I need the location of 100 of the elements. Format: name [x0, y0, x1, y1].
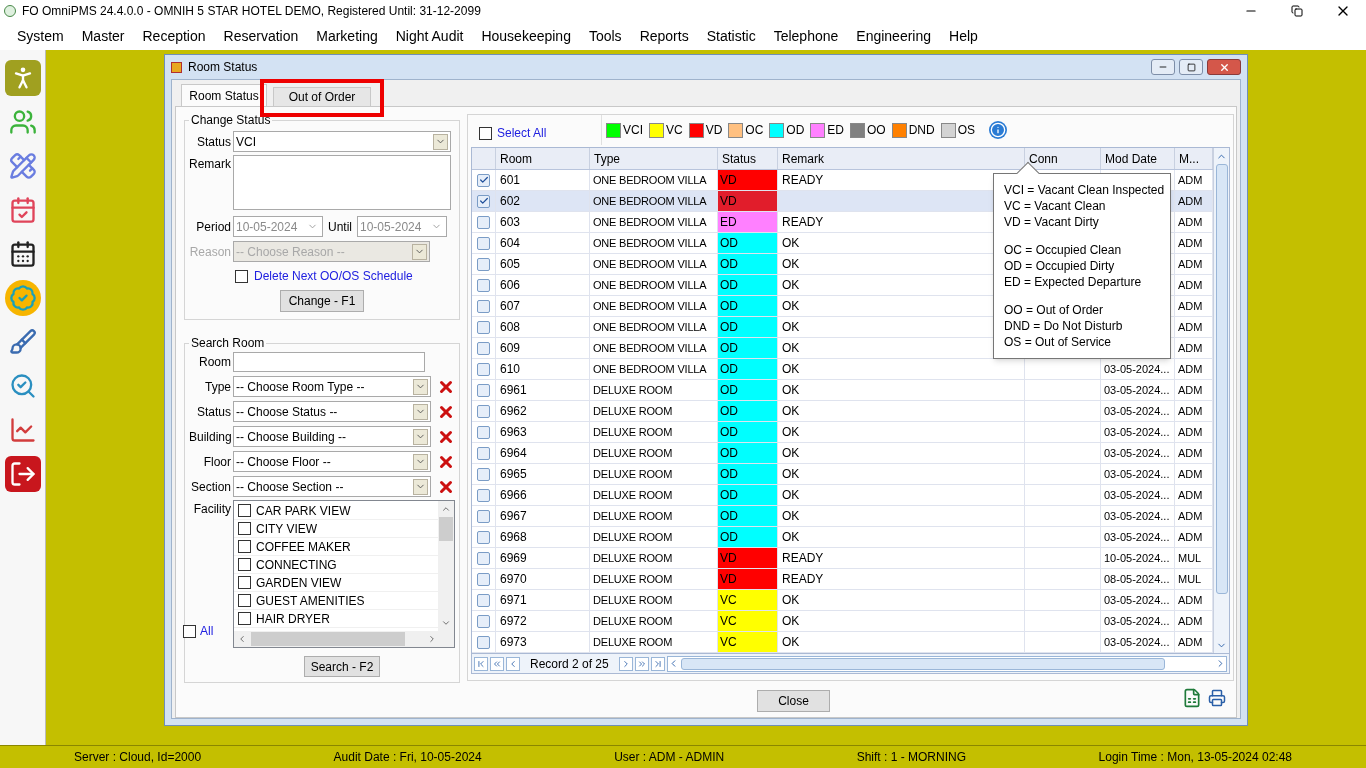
row-checkbox[interactable]	[477, 635, 490, 649]
checkbox[interactable]	[235, 269, 248, 283]
restore-icon[interactable]	[1291, 5, 1303, 17]
filter-dropdown[interactable]: -- Choose Room Type --	[233, 376, 431, 397]
minimize-button[interactable]	[1151, 59, 1175, 75]
dropdown-icon[interactable]	[413, 378, 428, 395]
row-checkbox[interactable]	[477, 446, 490, 460]
row-checkbox[interactable]	[477, 341, 490, 355]
status-dropdown[interactable]: VCI	[233, 131, 451, 152]
scroll-up-icon[interactable]	[441, 504, 451, 514]
scrollbar[interactable]	[1213, 148, 1229, 653]
table-row[interactable]: 6965 DELUXE ROOM OD OK 03-05-2024... ADM	[472, 464, 1213, 485]
menu-item[interactable]: Tools	[579, 25, 631, 47]
room-field[interactable]	[233, 352, 425, 372]
row-checkbox[interactable]	[477, 299, 490, 313]
remark-field[interactable]	[233, 155, 451, 210]
checkbox[interactable]	[238, 576, 251, 589]
scroll-thumb[interactable]	[1215, 164, 1228, 594]
row-checkbox[interactable]	[477, 215, 490, 229]
info-icon[interactable]	[989, 121, 1008, 139]
next-button[interactable]	[618, 656, 633, 671]
row-checkbox[interactable]	[477, 530, 490, 544]
facility-label[interactable]: GUEST AMENITIES	[256, 591, 365, 610]
table-row[interactable]: 6972 DELUXE ROOM VC OK 03-05-2024... ADM	[472, 611, 1213, 632]
scroll-down-icon[interactable]	[441, 618, 451, 628]
checkbox[interactable]	[238, 612, 251, 625]
filter-dropdown[interactable]: -- Choose Section --	[233, 476, 431, 497]
close-button[interactable]	[1207, 59, 1241, 75]
menu-item[interactable]: Reception	[133, 25, 215, 47]
menu-item[interactable]: Reservation	[214, 25, 308, 47]
row-checkbox[interactable]	[477, 572, 490, 586]
row-checkbox[interactable]	[477, 236, 490, 250]
table-row[interactable]: 6969 DELUXE ROOM VD READY 10-05-2024... MUL	[472, 548, 1213, 569]
row-checkbox[interactable]	[477, 593, 490, 607]
table-row[interactable]: 6964 DELUXE ROOM OD OK 03-05-2024... ADM	[472, 443, 1213, 464]
dropdown-icon[interactable]	[413, 403, 428, 420]
dropdown-icon[interactable]	[413, 428, 428, 445]
column-header[interactable]: Room	[496, 148, 590, 169]
checkbox[interactable]	[238, 558, 251, 571]
checkbox[interactable]	[238, 540, 251, 553]
row-checkbox[interactable]	[477, 425, 490, 439]
spreadsheet-icon[interactable]	[1182, 688, 1202, 708]
scrollbar[interactable]	[438, 501, 454, 631]
dropdown-icon[interactable]	[433, 133, 448, 150]
table-row[interactable]: 6973 DELUXE ROOM VC OK 03-05-2024... ADM	[472, 632, 1213, 653]
facility-label[interactable]: HAIR DRYER	[256, 609, 330, 628]
row-checkbox[interactable]	[477, 173, 490, 187]
close-dialog-button[interactable]: Close	[757, 690, 830, 712]
table-row[interactable]: 6963 DELUXE ROOM OD OK 03-05-2024... ADM	[472, 422, 1213, 443]
tab[interactable]: Out of Order	[273, 87, 371, 106]
scroll-thumb[interactable]	[680, 657, 1165, 670]
badge-check-icon[interactable]	[4, 280, 41, 316]
checkbox[interactable]	[238, 594, 251, 607]
scroll-left-icon[interactable]	[237, 634, 247, 644]
menu-item[interactable]: Housekeeping	[472, 25, 580, 47]
facility-label[interactable]: CONNECTING	[256, 555, 337, 574]
row-checkbox[interactable]	[477, 467, 490, 481]
facility-label[interactable]: CITY VIEW	[256, 519, 318, 538]
row-checkbox[interactable]	[477, 383, 490, 397]
next-page-button[interactable]	[634, 656, 649, 671]
row-checkbox[interactable]	[477, 320, 490, 334]
filter-dropdown[interactable]: -- Choose Building --	[233, 426, 431, 447]
first-page-button[interactable]	[474, 656, 488, 671]
table-row[interactable]: 6971 DELUXE ROOM VC OK 03-05-2024... ADM	[472, 590, 1213, 611]
table-row[interactable]: 6968 DELUXE ROOM OD OK 03-05-2024... ADM	[472, 527, 1213, 548]
row-checkbox[interactable]	[477, 194, 490, 208]
previous-button[interactable]	[506, 656, 520, 671]
checkbox[interactable]	[238, 522, 251, 535]
scroll-right-icon[interactable]	[427, 634, 437, 644]
filter-dropdown[interactable]: -- Choose Status --	[233, 401, 431, 422]
menu-item[interactable]: Statistic	[697, 25, 765, 47]
row-checkbox[interactable]	[477, 257, 490, 271]
row-checkbox[interactable]	[477, 362, 490, 376]
scrollbar[interactable]	[234, 631, 454, 647]
table-row[interactable]: 6961 DELUXE ROOM OD OK 03-05-2024... ADM	[472, 380, 1213, 401]
filter-dropdown[interactable]: -- Choose Floor --	[233, 451, 431, 472]
walking-person-icon[interactable]	[4, 60, 41, 96]
table-row[interactable]: 610 ONE BEDROOM VILLA OD OK 03-05-2024... ADM	[472, 359, 1213, 380]
search-button[interactable]: Search - F2	[303, 656, 381, 677]
previous-page-button[interactable]	[490, 656, 504, 671]
table-row[interactable]: 6967 DELUXE ROOM OD OK 03-05-2024... ADM	[472, 506, 1213, 527]
dropdown-icon[interactable]	[413, 453, 428, 470]
date-field[interactable]: 10-05-2024	[233, 216, 323, 237]
maximize-button[interactable]	[1179, 59, 1203, 75]
exit-icon[interactable]	[4, 456, 41, 492]
table-row[interactable]: 6962 DELUXE ROOM OD OK 03-05-2024... ADM	[472, 401, 1213, 422]
checkbox[interactable]	[238, 504, 251, 517]
last-page-button[interactable]	[650, 656, 665, 671]
scrollbar[interactable]	[666, 655, 1227, 672]
row-checkbox[interactable]	[477, 509, 490, 523]
menu-item[interactable]: Telephone	[764, 25, 848, 47]
row-checkbox[interactable]	[477, 488, 490, 502]
column-header[interactable]: Mod Date	[1101, 148, 1175, 169]
table-row[interactable]: 6970 DELUXE ROOM VD READY 08-05-2024... MUL	[472, 569, 1213, 590]
row-checkbox[interactable]	[477, 404, 490, 418]
row-checkbox[interactable]	[477, 614, 490, 628]
row-checkbox[interactable]	[477, 278, 490, 292]
checkbox-label[interactable]: All	[200, 622, 214, 640]
facility-label[interactable]: GARDEN VIEW	[256, 573, 342, 592]
menu-item[interactable]: Night Audit	[386, 25, 473, 47]
